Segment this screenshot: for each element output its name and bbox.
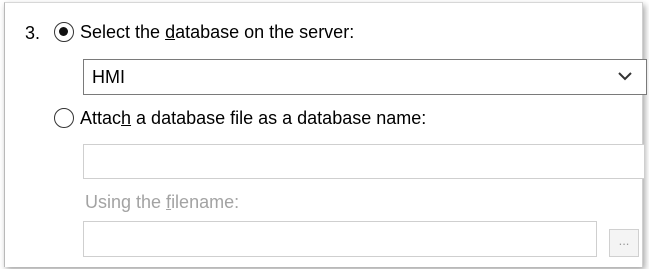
radio-selected-dot (59, 27, 68, 36)
step-number: 3. (25, 23, 41, 43)
browse-button[interactable]: ... (609, 229, 639, 257)
attach-database-radio[interactable] (54, 108, 74, 128)
label-text: Attac (80, 108, 122, 128)
label-text: ilename: (171, 192, 240, 212)
label-text: atabase on the server: (175, 22, 355, 42)
connection-properties-panel: 3. Select the database on the server: HM… (4, 2, 647, 267)
label-text: a database file as a database name: (131, 108, 427, 128)
access-key: d (165, 22, 176, 42)
database-dropdown-value: HMI (92, 67, 125, 87)
filename-label: Using the filename: (85, 191, 239, 213)
database-dropdown[interactable]: HMI (83, 59, 647, 95)
filename-field[interactable] (83, 221, 597, 257)
database-name-field[interactable] (83, 144, 645, 179)
label-text: Select the (80, 22, 166, 42)
access-key: h (121, 108, 132, 128)
select-database-label[interactable]: Select the database on the server: (80, 21, 354, 43)
attach-database-label[interactable]: Attach a database file as a database nam… (80, 107, 426, 129)
select-database-radio[interactable] (54, 22, 74, 42)
chevron-down-icon (618, 72, 632, 81)
label-text: Using the (85, 192, 167, 212)
